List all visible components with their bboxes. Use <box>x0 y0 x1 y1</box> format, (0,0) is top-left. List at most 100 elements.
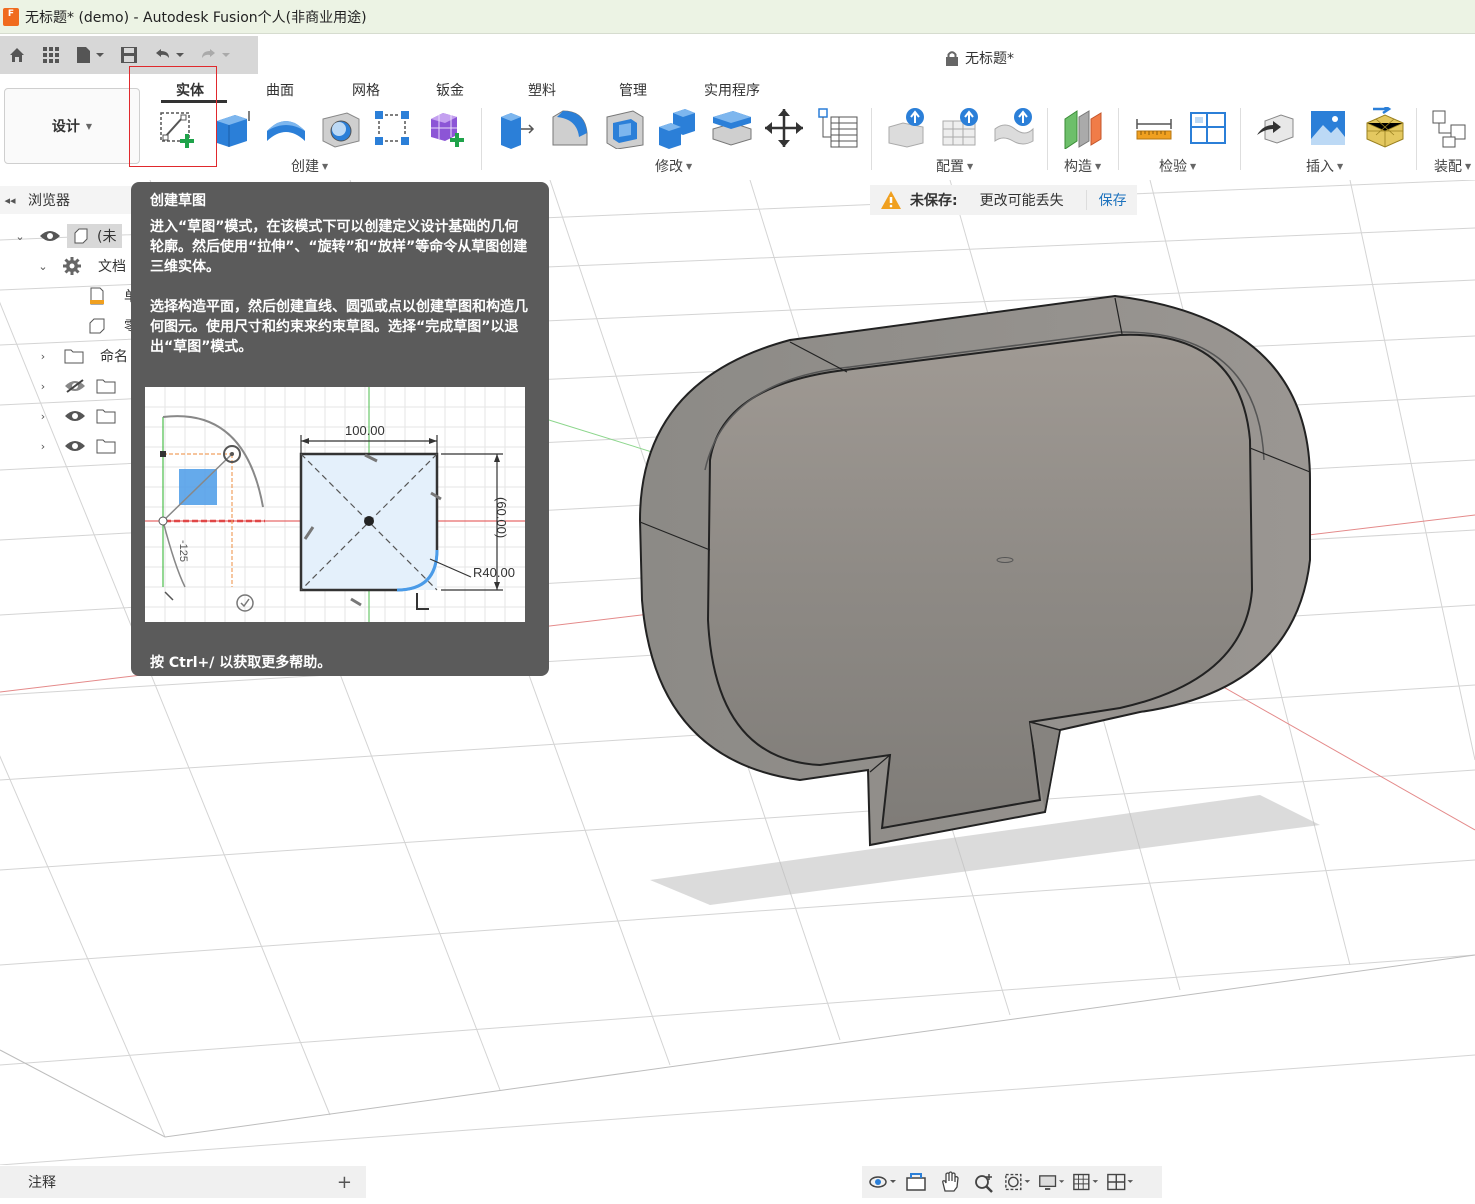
insert-group-dropdown[interactable]: 插入 ▼ <box>1306 156 1343 176</box>
combine-icon <box>659 109 695 149</box>
tooltip-body: 进入“草图”模式，在该模式下可以创建定义设计基础的几何轮廓。然后使用“拉伸”、“… <box>150 217 532 377</box>
insert-mesh-button[interactable] <box>1362 106 1406 150</box>
save-icon[interactable] <box>118 44 140 66</box>
named-views-row[interactable]: › 命名 <box>0 341 128 371</box>
folder-icon <box>96 379 116 394</box>
folder-row-visible-2[interactable]: › <box>0 431 116 461</box>
folder-row-visible-1[interactable]: › <box>0 401 116 431</box>
save-link[interactable]: 保存 <box>1085 190 1127 210</box>
home-icon[interactable] <box>6 44 28 66</box>
toolbar-divider <box>1416 108 1417 170</box>
combine-button[interactable] <box>656 106 700 150</box>
extrude-button[interactable] <box>210 106 254 150</box>
tooltip-illustration: -125 100.00 (60.00) R40.00 <box>145 387 525 622</box>
workspace-switcher[interactable]: 设计 ▼ <box>4 88 140 164</box>
configure-button-3[interactable] <box>992 106 1036 150</box>
shell-button[interactable] <box>602 106 646 150</box>
insert-image-icon <box>1311 111 1345 145</box>
tab-mesh[interactable]: 网格 <box>352 80 380 100</box>
fit-window-icon[interactable] <box>1004 1170 1032 1194</box>
modify-group-dropdown[interactable]: 修改 ▼ <box>655 156 692 176</box>
redo-icon[interactable] <box>198 44 232 66</box>
create-form-button[interactable] <box>424 106 468 150</box>
chevron-right-icon[interactable]: › <box>36 350 50 363</box>
replace-face-button[interactable] <box>710 106 754 150</box>
file-menu-icon[interactable] <box>74 44 106 66</box>
undo-icon[interactable] <box>152 44 186 66</box>
tooltip-paragraph-2: 选择构造平面，然后创建直线、圆弧或点以创建草图和构造几何图元。使用尺寸和约束来约… <box>150 299 528 355</box>
measure-button[interactable] <box>1132 106 1176 150</box>
chevron-down-icon: ▼ <box>322 161 329 171</box>
grid-settings-icon[interactable] <box>1072 1170 1100 1194</box>
chevron-right-icon[interactable]: › <box>36 410 50 423</box>
chevron-down-icon: ▼ <box>1337 161 1344 171</box>
folder-row-hidden[interactable]: › <box>0 371 116 401</box>
tab-utilities[interactable]: 实用程序 <box>704 80 760 100</box>
create-form-icon <box>431 113 464 147</box>
annotations-label: 注释 <box>28 1175 56 1191</box>
new-component-button[interactable] <box>1428 106 1472 150</box>
document-settings-row[interactable]: ⌄ 文档 <box>0 251 126 281</box>
browser-root-row[interactable]: ⌄ (未 <box>0 221 123 251</box>
units-row[interactable]: 单 <box>0 281 138 311</box>
eye-icon[interactable] <box>64 439 86 453</box>
fillet-button[interactable] <box>548 106 592 150</box>
hole-button[interactable] <box>318 106 362 150</box>
orbit-icon[interactable] <box>868 1170 896 1194</box>
browser-title: 浏览器 <box>28 193 70 209</box>
revolve-button[interactable] <box>264 106 308 150</box>
eye-icon[interactable] <box>64 409 86 423</box>
insert-derive-button[interactable] <box>1254 106 1298 150</box>
folder-icon <box>96 439 116 454</box>
eye-hidden-icon[interactable] <box>64 379 86 393</box>
construction-plane-icon <box>1064 110 1102 149</box>
configure-button-1[interactable] <box>884 106 928 150</box>
inspect-group-dropdown[interactable]: 检验 ▼ <box>1159 156 1196 176</box>
folder-icon <box>64 349 84 364</box>
collapse-panel-icon[interactable]: ◂◂ <box>0 194 20 207</box>
insert-canvas-button[interactable] <box>1306 106 1350 150</box>
look-at-icon[interactable] <box>902 1170 930 1194</box>
radius-dimension-text: R40.00 <box>473 565 515 580</box>
speech-bubble-body[interactable] <box>638 294 1311 847</box>
add-annotation-button[interactable]: + <box>337 1172 352 1193</box>
assemble-group-dropdown[interactable]: 装配 ▼ <box>1434 156 1471 176</box>
change-parameters-button[interactable] <box>816 106 860 150</box>
section-analysis-button[interactable] <box>1186 106 1230 150</box>
configure-group-label: 配置 <box>936 159 964 175</box>
move-copy-button[interactable] <box>762 106 806 150</box>
annotations-panel[interactable]: 注释 + <box>0 1166 366 1198</box>
tab-manage[interactable]: 管理 <box>619 80 647 100</box>
chevron-right-icon[interactable]: › <box>36 440 50 453</box>
pattern-button[interactable] <box>370 106 414 150</box>
create-group-label: 创建 <box>291 159 319 175</box>
create-sketch-tooltip: 创建草图 进入“草图”模式，在该模式下可以创建定义设计基础的几何轮廓。然后使用“… <box>131 182 549 676</box>
pan-hand-icon[interactable] <box>936 1170 964 1194</box>
display-settings-icon[interactable] <box>1038 1170 1066 1194</box>
chevron-down-icon[interactable]: ⌄ <box>13 230 27 243</box>
configure-button-2[interactable] <box>938 106 982 150</box>
zoom-icon[interactable] <box>970 1170 998 1194</box>
chevron-down-icon: ▼ <box>686 161 693 171</box>
chevron-down-icon[interactable]: ⌄ <box>36 260 50 273</box>
fusion-logo-icon: F <box>3 7 19 26</box>
create-sketch-button[interactable] <box>156 106 200 150</box>
grid-menu-icon[interactable] <box>40 44 62 66</box>
viewports-icon[interactable] <box>1106 1170 1134 1194</box>
browser-panel-header[interactable]: ◂◂ 浏览器 <box>0 186 136 214</box>
chevron-right-icon[interactable]: › <box>36 380 50 393</box>
construct-group-dropdown[interactable]: 构造 ▼ <box>1064 156 1101 176</box>
eye-icon[interactable] <box>39 229 61 243</box>
root-component-label: (未 <box>67 224 123 248</box>
tab-surface[interactable]: 曲面 <box>266 80 294 100</box>
workspace-label: 设计 <box>51 119 80 135</box>
title-bar: F 无标题* (demo) - Autodesk Fusion个人(非商业用途) <box>0 0 1475 34</box>
create-group-dropdown[interactable]: 创建 ▼ <box>291 156 328 176</box>
configure-group-dropdown[interactable]: 配置 ▼ <box>936 156 973 176</box>
press-pull-button[interactable] <box>494 106 538 150</box>
origin-row[interactable]: 零 <box>0 311 138 341</box>
chevron-down-icon: ▼ <box>1095 161 1102 171</box>
offset-plane-button[interactable] <box>1060 106 1104 150</box>
tab-sheet-metal[interactable]: 钣金 <box>436 80 464 100</box>
tab-plastic[interactable]: 塑料 <box>528 80 556 100</box>
